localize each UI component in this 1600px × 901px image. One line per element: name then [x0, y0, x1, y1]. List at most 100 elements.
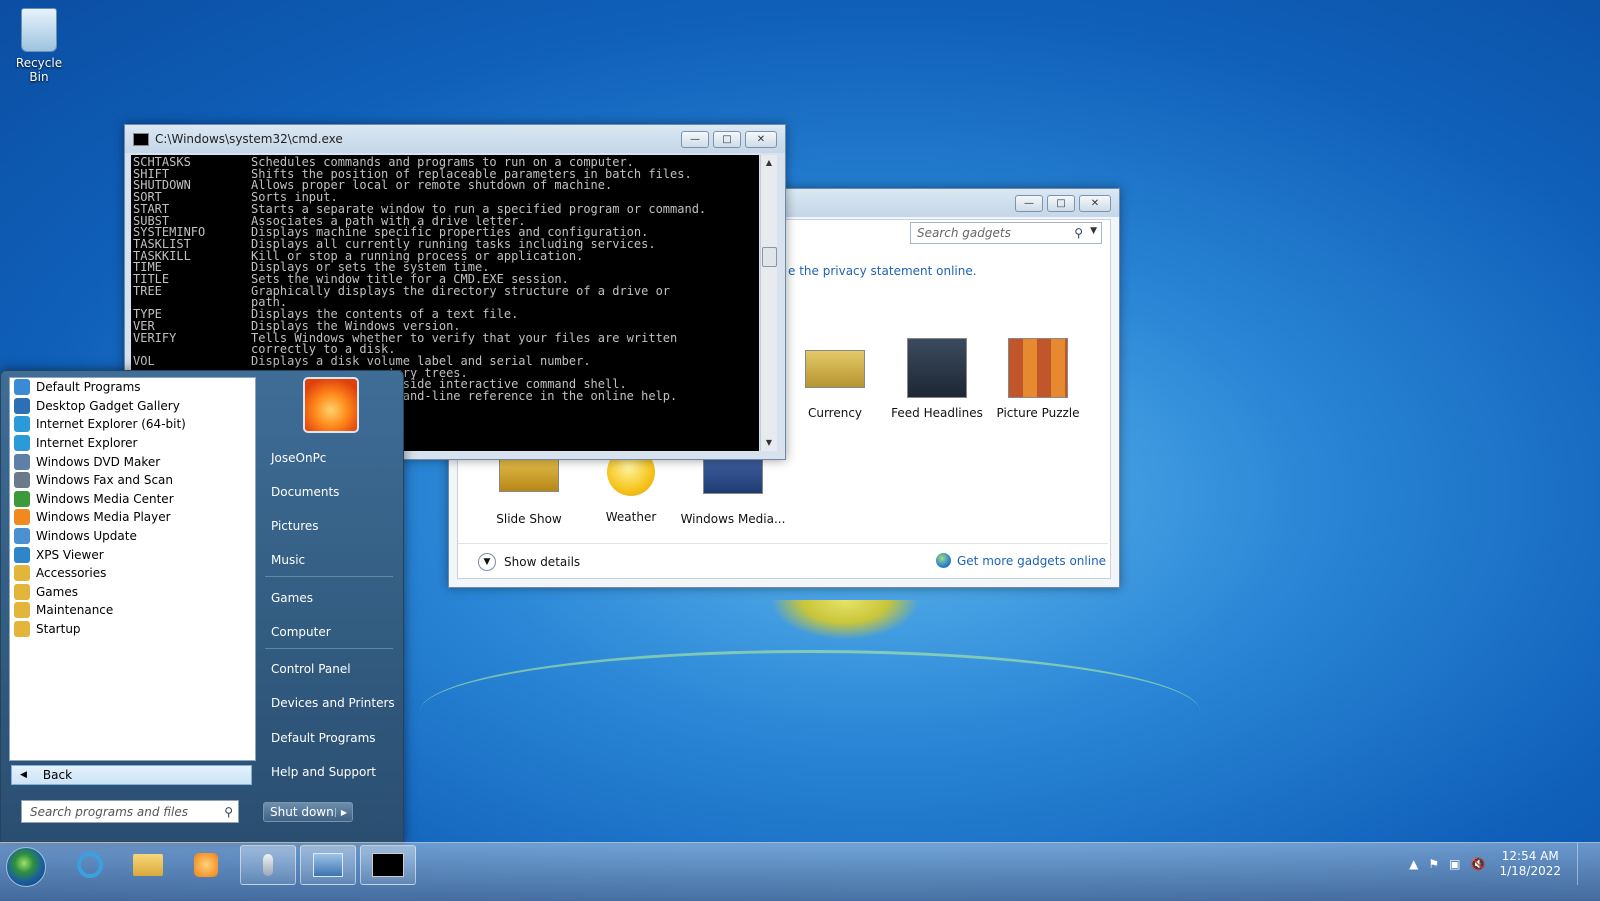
shutdown-button[interactable]: Shut down ▶ — [263, 802, 353, 822]
start-menu-right-item[interactable]: Games — [271, 591, 313, 605]
scroll-down-icon[interactable]: ▼ — [761, 435, 777, 451]
internet-explorer-icon — [77, 852, 103, 878]
start-menu-item-label: Windows Fax and Scan — [36, 473, 174, 488]
start-menu-item[interactable]: Maintenance — [10, 601, 255, 620]
taskbar-internet-explorer[interactable] — [62, 845, 118, 885]
start-menu-item[interactable]: Windows Media Center — [10, 490, 255, 509]
taskbar-media-player[interactable] — [178, 845, 234, 885]
start-menu-item[interactable]: Startup — [10, 620, 255, 639]
chevron-right-icon[interactable]: ▶ — [335, 807, 352, 817]
start-menu-right-item[interactable]: JoseOnPc — [271, 451, 326, 465]
program-icon — [14, 379, 30, 396]
media-player-icon — [194, 853, 218, 877]
network-icon[interactable]: ▣ — [1449, 857, 1460, 871]
start-menu-item[interactable]: Desktop Gadget Gallery — [10, 397, 255, 416]
get-more-gadgets-link[interactable]: Get more gadgets online — [936, 553, 1106, 568]
divider — [265, 648, 393, 649]
program-icon — [14, 509, 30, 526]
scrollbar-thumb[interactable] — [762, 247, 777, 267]
program-icon — [14, 397, 30, 414]
gadget-currency[interactable]: Currency — [780, 338, 890, 420]
start-menu-item[interactable]: Windows DVD Maker — [10, 452, 255, 471]
cmd-line: SHUTDOWN Allows proper local or remote sh… — [133, 180, 759, 192]
start-menu-item[interactable]: Windows Fax and Scan — [10, 471, 255, 490]
cmd-command: VOL — [133, 353, 155, 368]
start-menu-right-item[interactable]: Devices and Printers — [271, 696, 395, 710]
start-menu-item-label: Default Programs — [36, 380, 141, 395]
start-menu-item[interactable]: Windows Media Player — [10, 508, 255, 527]
start-menu-item-label: Maintenance — [36, 603, 114, 618]
maximize-button[interactable]: □ — [713, 131, 741, 148]
start-menu-item-label: XPS Viewer — [36, 547, 104, 562]
picture-puzzle-icon — [1008, 338, 1068, 398]
chevron-up-icon[interactable]: ▲ — [1409, 857, 1418, 871]
program-icon — [14, 472, 30, 489]
close-button[interactable]: ✕ — [745, 131, 777, 148]
system-tray: ▲ ⚑ ▣ 🔇 12:54 AM 1/18/2022 — [1409, 843, 1600, 885]
taskbar-speech[interactable] — [240, 845, 296, 885]
wallpaper-swirl — [420, 650, 1200, 773]
show-desktop-button[interactable] — [1577, 843, 1592, 885]
start-button[interactable] — [6, 847, 46, 887]
taskbar-gadget-gallery[interactable] — [300, 845, 356, 885]
start-menu-item[interactable]: Internet Explorer — [10, 434, 255, 453]
start-menu-right-item[interactable]: Pictures — [271, 519, 319, 533]
taskbar-explorer[interactable] — [120, 845, 176, 885]
taskbar: ▲ ⚑ ▣ 🔇 12:54 AM 1/18/2022 — [0, 842, 1600, 901]
folder-icon — [14, 583, 30, 600]
currency-icon — [805, 350, 865, 388]
start-menu-programs-list: Default Programs Desktop Gadget Gallery In… — [9, 377, 256, 761]
start-menu-item[interactable]: Accessories — [10, 564, 255, 583]
clock[interactable]: 12:54 AM 1/18/2022 — [1499, 849, 1561, 879]
close-button[interactable]: ✕ — [1079, 195, 1111, 212]
cmd-icon — [133, 132, 149, 146]
start-menu-item[interactable]: Games — [10, 583, 255, 602]
maximize-button[interactable]: □ — [1047, 195, 1075, 212]
cmd-scrollbar[interactable]: ▲ ▼ — [760, 155, 777, 451]
chevron-down-icon[interactable]: ▼ — [1090, 226, 1097, 236]
desktop-icon-recycle-bin[interactable]: Recycle Bin — [8, 8, 70, 84]
start-menu-item-label: Windows DVD Maker — [36, 454, 161, 469]
start-menu-right-item[interactable]: Help and Support — [271, 765, 376, 779]
taskbar-cmd[interactable] — [360, 845, 416, 885]
start-menu-item-label: Windows Media Player — [36, 510, 171, 525]
folder-icon — [14, 621, 30, 638]
start-search-input[interactable]: Search programs and files ⚲ — [21, 800, 239, 823]
gadget-picture-puzzle[interactable]: Picture Puzzle — [983, 338, 1093, 420]
program-icon — [14, 490, 30, 507]
cmd-description: Graphically displays the directory struc… — [251, 283, 671, 298]
window-title: C:\Windows\system32\cmd.exe — [155, 132, 343, 146]
desktop-icon-label: Recycle Bin — [15, 56, 63, 84]
start-menu-item[interactable]: Windows Update — [10, 527, 255, 546]
gadget-search-input[interactable]: Search gadgets ⚲ ▼ — [910, 222, 1102, 244]
start-menu-right-item[interactable]: Default Programs — [271, 731, 376, 745]
start-menu-right-item[interactable]: Computer — [271, 625, 331, 639]
wallpaper-flower — [770, 600, 920, 640]
cmd-command: TREE — [133, 283, 162, 298]
minimize-button[interactable]: — — [681, 131, 709, 148]
search-icon[interactable]: ⚲ — [1074, 226, 1083, 240]
privacy-statement-link[interactable]: e the privacy statement online. — [788, 264, 977, 278]
start-menu-right-item[interactable]: Music — [271, 553, 305, 567]
cmd-titlebar[interactable]: C:\Windows\system32\cmd.exe — □ ✕ — [125, 125, 785, 153]
program-icon — [14, 453, 30, 470]
start-menu-item[interactable]: Default Programs — [10, 378, 255, 397]
scroll-up-icon[interactable]: ▲ — [761, 155, 777, 171]
start-menu-item[interactable]: Internet Explorer (64-bit) — [10, 415, 255, 434]
start-menu-right-item[interactable]: Documents — [271, 485, 339, 499]
start-menu-item-label: Internet Explorer — [36, 436, 138, 451]
back-button[interactable]: ◀ Back — [11, 765, 252, 785]
program-icon — [14, 416, 30, 433]
gadget-feed-headlines[interactable]: Feed Headlines — [882, 338, 992, 420]
show-details-toggle[interactable]: ▼ Show details — [478, 553, 580, 571]
start-menu-item[interactable]: XPS Viewer — [10, 545, 255, 564]
search-icon: ⚲ — [224, 804, 233, 819]
avatar[interactable] — [303, 377, 359, 433]
microphone-icon — [263, 854, 273, 876]
flag-icon[interactable]: ⚑ — [1428, 857, 1439, 871]
folder-icon — [14, 565, 30, 582]
volume-muted-icon[interactable]: 🔇 — [1471, 857, 1486, 871]
folder-icon — [14, 602, 30, 619]
start-menu-right-item[interactable]: Control Panel — [271, 662, 351, 676]
minimize-button[interactable]: — — [1015, 195, 1043, 212]
